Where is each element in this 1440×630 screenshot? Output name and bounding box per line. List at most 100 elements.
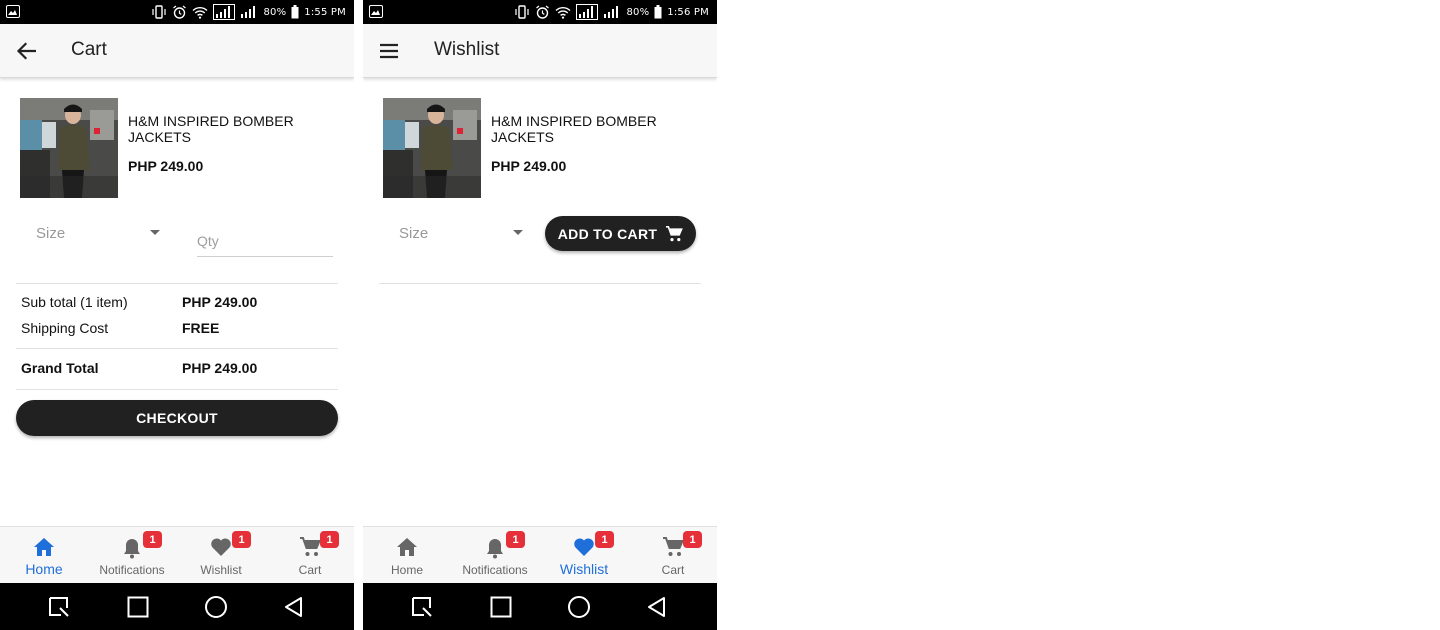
grand-total-value: PHP 249.00 (182, 360, 258, 376)
wishlist-badge: 1 (232, 531, 251, 548)
app-bar: Cart (0, 24, 354, 78)
signal-icon (213, 4, 236, 20)
page-title: Wishlist (434, 39, 500, 60)
divider (16, 283, 338, 284)
nav-label-notifications: Notifications (99, 563, 165, 577)
capture-button[interactable] (46, 594, 72, 620)
product-name[interactable]: H&M INSPIRED BOMBER JACKETS (128, 113, 328, 145)
subtotal-label: Sub total (1 item) (21, 294, 128, 310)
bottom-nav: Home 1 Notifications 1 Wishlist 1 Cart (363, 526, 717, 583)
cart-badge: 1 (320, 531, 339, 548)
back-system-button[interactable] (644, 594, 670, 620)
divider (379, 283, 701, 284)
nav-label-cart: Cart (298, 563, 322, 577)
recents-button[interactable] (488, 594, 514, 620)
vibrate-icon (515, 5, 530, 19)
chevron-down-icon (150, 230, 160, 235)
nav-item-cart[interactable]: 1 Cart (629, 527, 717, 584)
bell-icon (124, 539, 140, 559)
gallery-notification-icon (369, 5, 383, 18)
divider (16, 389, 338, 390)
nav-label-cart: Cart (661, 563, 685, 577)
product-name[interactable]: H&M INSPIRED BOMBER JACKETS (491, 113, 691, 145)
status-bar: 80% 1:55 PM (0, 0, 354, 24)
cart-icon (300, 537, 321, 556)
home-system-button[interactable] (566, 594, 592, 620)
clock: 1:56 PM (667, 6, 709, 18)
gallery-notification-icon (6, 5, 20, 18)
product-price: PHP 249.00 (128, 158, 204, 174)
size-dropdown[interactable]: Size (399, 222, 527, 246)
status-bar: 80% 1:56 PM (363, 0, 717, 24)
vibrate-icon (152, 5, 167, 19)
menu-icon (380, 43, 398, 59)
bell-icon (487, 539, 503, 559)
battery-percent: 80% (626, 6, 650, 18)
size-dropdown[interactable]: Size (36, 222, 164, 246)
add-to-cart-label: ADD TO CART (557, 225, 658, 242)
wifi-icon (555, 6, 571, 19)
notification-badge: 1 (143, 531, 162, 548)
qty-input[interactable] (197, 220, 333, 257)
heart-icon (574, 538, 594, 556)
triangle-back-icon (648, 597, 665, 617)
add-to-cart-button[interactable]: ADD TO CART (545, 216, 696, 251)
triangle-back-icon (285, 597, 302, 617)
alarm-icon (536, 5, 550, 19)
battery-icon (291, 5, 299, 19)
wishlist-badge: 1 (595, 531, 614, 548)
shipping-label: Shipping Cost (21, 320, 109, 336)
bottom-nav: Home 1 Notifications 1 Wishlist 1 Cart (0, 526, 354, 583)
nav-item-home[interactable]: Home (363, 527, 451, 584)
signal-2-icon (241, 6, 256, 18)
shipping-value: FREE (182, 320, 220, 336)
nav-item-notifications[interactable]: 1 Notifications (88, 527, 176, 584)
circle-icon (205, 596, 227, 618)
home-system-button[interactable] (203, 594, 229, 620)
square-icon (127, 596, 149, 618)
product-image[interactable] (20, 98, 118, 198)
signal-2-icon (604, 6, 619, 18)
square-icon (490, 596, 512, 618)
system-nav-bar (0, 583, 354, 630)
home-icon (397, 538, 417, 556)
recents-button[interactable] (125, 594, 151, 620)
checkout-button[interactable]: CHECKOUT (16, 400, 338, 436)
cart-screen: 80% 1:55 PM Cart H&M INSPIRED BOMBER JAC… (0, 0, 354, 630)
menu-button[interactable] (375, 37, 403, 65)
app-bar: Wishlist (363, 24, 717, 78)
product-price: PHP 249.00 (491, 158, 567, 174)
product-image[interactable] (383, 98, 481, 198)
subtotal-value: PHP 249.00 (182, 294, 258, 310)
grand-total-label: Grand Total (21, 360, 99, 376)
cart-icon (666, 225, 684, 241)
arrow-back-icon (16, 42, 36, 60)
wishlist-screen: 80% 1:56 PM Wishlist H&M INSPIRED BOMBER… (363, 0, 717, 630)
back-system-button[interactable] (281, 594, 307, 620)
home-icon (34, 538, 54, 556)
nav-item-home[interactable]: Home (0, 527, 88, 584)
signal-icon (576, 4, 599, 20)
nav-label-home: Home (390, 563, 423, 577)
wifi-icon (192, 6, 208, 19)
capture-button[interactable] (409, 594, 435, 620)
nav-item-cart[interactable]: 1 Cart (266, 527, 354, 584)
page-title: Cart (71, 39, 107, 60)
size-label: Size (399, 225, 429, 242)
nav-label-wishlist: Wishlist (200, 563, 242, 577)
chevron-down-icon (513, 230, 523, 235)
battery-icon (654, 5, 662, 19)
notification-badge: 1 (506, 531, 525, 548)
size-label: Size (36, 225, 66, 242)
nav-item-wishlist[interactable]: 1 Wishlist (540, 527, 628, 584)
capture-icon (412, 597, 432, 617)
nav-item-wishlist[interactable]: 1 Wishlist (177, 527, 265, 584)
nav-label-wishlist: Wishlist (559, 561, 609, 577)
clock: 1:55 PM (304, 6, 346, 18)
cart-badge: 1 (683, 531, 702, 548)
system-nav-bar (363, 583, 717, 630)
cart-icon (663, 537, 684, 556)
nav-item-notifications[interactable]: 1 Notifications (451, 527, 539, 584)
back-button[interactable] (12, 37, 40, 65)
battery-percent: 80% (263, 6, 287, 18)
